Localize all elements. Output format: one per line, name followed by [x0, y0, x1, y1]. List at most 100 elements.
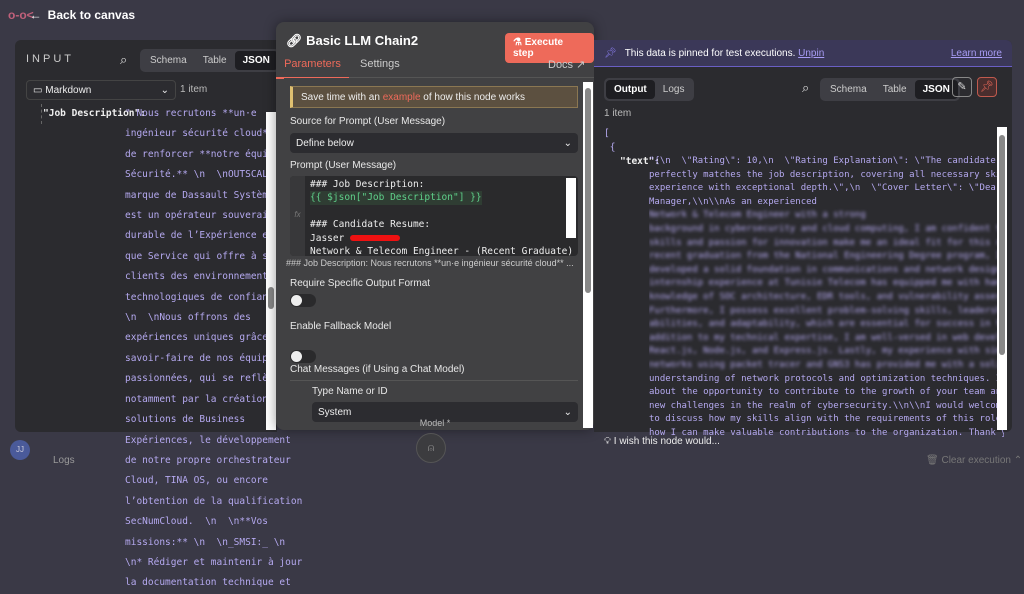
json-line: marque de Dassault Systèmes,	[125, 189, 286, 201]
search-icon[interactable]: ⌕	[802, 80, 809, 96]
pinned-banner: 📌︎ This data is pinned for test executio…	[594, 40, 1012, 67]
unpin-link[interactable]: Unpin	[798, 48, 824, 59]
tab-settings[interactable]: Settings	[360, 58, 400, 70]
json-line: developed a solid foundation in communic…	[649, 264, 1004, 275]
prompt-editor[interactable]: fx ### Job Description:{{ $json["Job Des…	[290, 176, 578, 256]
logs-label[interactable]: Logs	[53, 455, 75, 466]
input-view-tabs: Schema Table JSON	[140, 49, 280, 72]
json-line: background in cybersecurity and cloud co…	[649, 223, 1004, 234]
json-line: notamment par la création de	[125, 393, 286, 405]
json-line: de notre propre orchestrateur	[125, 454, 291, 466]
tab-json[interactable]: JSON	[234, 51, 278, 70]
markdown-icon: ▭	[33, 84, 46, 96]
json-line: knowledge of SOC architecture, EDR tools…	[649, 291, 1004, 302]
example-hint: Save time with an example of how this no…	[290, 86, 578, 108]
clear-execution-button[interactable]: 🗑︎ Clear execution ⌃	[926, 455, 1022, 466]
pin-icon: 📌︎	[604, 47, 617, 59]
back-arrow-icon: ←	[29, 8, 42, 22]
tab-table[interactable]: Table	[195, 51, 235, 70]
chat-messages-label: Chat Messages (if Using a Chat Model)	[290, 364, 578, 381]
json-line: Manager,\\n\\nAs an experienced	[649, 196, 823, 207]
json-line: que Service qui offre à ses	[125, 250, 280, 262]
prompt-line: ### Candidate Resume:	[310, 219, 431, 231]
json-line: SecNumCloud. \n \n**Vos	[125, 516, 268, 528]
pin-button-icon[interactable]: 📌︎	[977, 77, 997, 97]
node-select-value: Markdown	[45, 84, 92, 96]
json-line: internship experience at Tunisie Telecom…	[649, 278, 1004, 289]
json-line: abilities, and adaptability, which are e…	[649, 319, 1004, 330]
json-line: Network & Telecom Engineer with a strong	[649, 210, 866, 221]
prompt-line: Jasser	[310, 232, 351, 244]
source-select[interactable]: Define below ⌄	[290, 133, 578, 153]
tab-schema[interactable]: Schema	[822, 80, 875, 99]
json-line: missions:** \n \n_SMSI:_ \n	[125, 536, 286, 548]
require-format-label: Require Specific Output Format	[290, 278, 431, 289]
node-select[interactable]: ▭ Markdown ⌄	[26, 80, 176, 100]
json-line: experience with exceptional depth.\",\n …	[649, 183, 1004, 194]
json-line: la documentation technique et	[125, 577, 291, 589]
json-line: recent graduation from the National Engi…	[649, 251, 1004, 262]
input-scrollbar[interactable]	[266, 112, 276, 430]
json-line: est un opérateur souverain et	[125, 210, 291, 222]
json-line: Furthermore, I possess excellent problem…	[649, 305, 1004, 316]
json-line: Cloud, TINA OS, ou encore	[125, 475, 268, 487]
json-line: solutions de Business	[125, 414, 246, 426]
tab-parameters[interactable]: Parameters	[276, 58, 349, 79]
prompt-line: ### Job Description:	[310, 179, 425, 190]
json-line: durable de l’Expérience en tant	[125, 230, 303, 242]
feedback-link[interactable]: 💡︎ I wish this node would...	[604, 436, 720, 447]
output-panel: 📌︎ This data is pinned for test executio…	[594, 40, 1012, 447]
json-line: perfectly matches the job description, c…	[649, 169, 1004, 180]
json-line: " Nous recrutons **un·e	[125, 108, 257, 119]
json-line: passionnées, qui se reflète	[125, 373, 280, 385]
prompt-line: {{ $json["Job Description"] }}	[310, 191, 482, 205]
json-line: savoir-faire de nos équipes	[125, 352, 280, 364]
avatar[interactable]: JJ	[10, 440, 30, 460]
edit-pencil-icon[interactable]: ✎	[952, 77, 972, 97]
prompt-preview: ### Job Description: Nous recrutons **un…	[286, 258, 574, 268]
json-line: \n \nNous offrons des	[125, 312, 251, 324]
tab-schema[interactable]: Schema	[142, 51, 195, 70]
back-to-canvas-button[interactable]: o-o< ← Back to canvas	[8, 8, 135, 22]
example-link[interactable]: example	[383, 92, 421, 103]
chevron-down-icon: ⌄	[563, 406, 572, 418]
flask-icon: ⚗	[513, 37, 525, 48]
json-line: to discuss how my skills align with the …	[649, 414, 1002, 425]
external-link-icon: ↗	[576, 59, 586, 71]
json-line: l’obtention de la qualification	[125, 495, 303, 507]
docs-link[interactable]: Docs ↗	[548, 58, 585, 71]
type-label: Type Name or ID	[312, 386, 388, 397]
search-icon[interactable]: ⌕	[120, 52, 127, 68]
node-scrollbar[interactable]	[583, 82, 593, 428]
prompt-label: Prompt (User Message)	[290, 160, 397, 171]
add-model-button[interactable]: ⍝	[416, 433, 446, 463]
json-line: React.js, Node.js, and Express.js. Lastl…	[649, 346, 1004, 357]
output-scrollbar[interactable]	[997, 127, 1007, 430]
json-line: networks using packet tracer and GNS3 ha…	[649, 359, 1004, 370]
chevron-down-icon: ⌄	[160, 84, 169, 96]
require-format-toggle[interactable]	[290, 294, 316, 307]
node-title[interactable]: Basic LLM Chain2	[306, 33, 418, 48]
learn-more-link[interactable]: Learn more	[951, 48, 1002, 59]
json-line: ingénieur sécurité cloud** afin	[125, 128, 303, 140]
json-line: technologiques de confiance.	[125, 291, 286, 303]
tab-logs[interactable]: Logs	[655, 80, 693, 99]
json-line: clients des environnements	[125, 271, 274, 283]
json-line: de renforcer **notre équipe	[125, 148, 280, 160]
node-settings-panel: 🔗︎ Basic LLM Chain2 ⚗ Execute step Param…	[276, 22, 594, 430]
json-line: Sécurité.** \n \nOUTSCALE,	[125, 169, 280, 181]
item-count: 1 item	[180, 84, 208, 95]
fallback-label: Enable Fallback Model	[290, 321, 392, 332]
json-line: Expériences, le développement	[125, 434, 291, 446]
json-line: skills and passion for innovation make m…	[649, 237, 1004, 248]
source-label: Source for Prompt (User Message)	[290, 116, 446, 127]
json-line: \n* Rédiger et maintenir à jour	[125, 556, 303, 568]
item-count: 1 item	[604, 108, 632, 119]
tab-table[interactable]: Table	[875, 80, 915, 99]
prompt-line: Network & Telecom Engineer - (Recent Gra…	[310, 246, 574, 256]
json-line: expériences uniques grâce au	[125, 332, 286, 344]
tab-output[interactable]: Output	[606, 80, 655, 99]
lightbulb-icon: 💡︎	[604, 436, 614, 447]
fallback-toggle[interactable]	[290, 350, 316, 363]
link-icon: 🔗︎	[286, 33, 307, 48]
